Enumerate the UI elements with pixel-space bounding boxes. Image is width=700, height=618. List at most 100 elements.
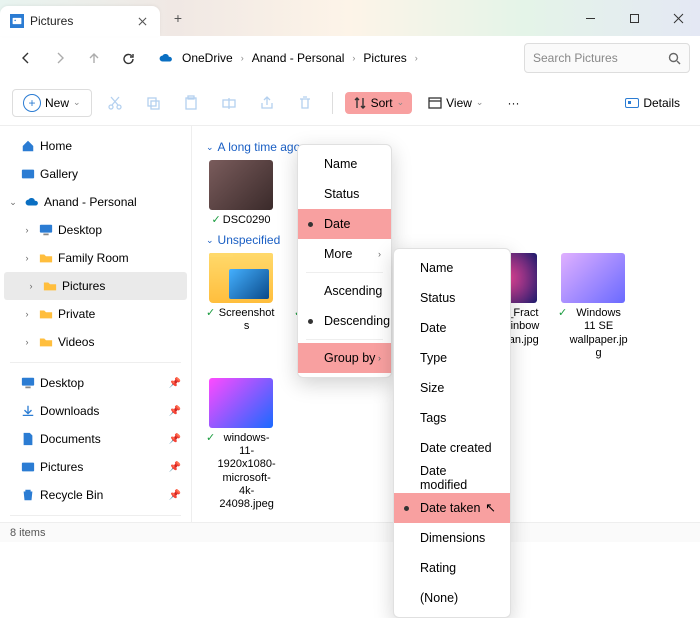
view-icon bbox=[428, 96, 442, 110]
chevron-right-icon[interactable]: › bbox=[20, 337, 34, 347]
chevron-right-icon[interactable]: › bbox=[352, 53, 355, 63]
thumbnail bbox=[209, 253, 273, 303]
folder-icon bbox=[38, 250, 54, 266]
new-tab-button[interactable]: + bbox=[164, 4, 192, 32]
documents-icon bbox=[20, 431, 36, 447]
menu-item-more[interactable]: More› bbox=[298, 239, 391, 269]
paste-icon[interactable] bbox=[176, 88, 206, 118]
radio-selected-icon bbox=[404, 506, 409, 511]
sidebar-item-pictures[interactable]: ›Pictures bbox=[4, 272, 187, 300]
file-item[interactable]: ✓Windows 11 SE wallpaper.jpg bbox=[558, 253, 628, 360]
view-label: View bbox=[446, 96, 472, 110]
sidebar-item-gallery[interactable]: Gallery bbox=[0, 160, 191, 188]
sidebar-item-home[interactable]: Home bbox=[0, 132, 191, 160]
browser-tab[interactable]: Pictures bbox=[0, 6, 160, 36]
file-item[interactable]: ✓DSC0290 bbox=[206, 160, 276, 227]
new-label: New bbox=[45, 96, 69, 110]
menu-item-name[interactable]: Name bbox=[298, 149, 391, 179]
onedrive-cloud-icon bbox=[158, 50, 174, 66]
menu-item-descending[interactable]: Descending bbox=[298, 306, 391, 336]
menu-item-date-taken[interactable]: Date taken↖ bbox=[394, 493, 510, 523]
chevron-down-icon: ⌄ bbox=[73, 97, 81, 108]
menu-item-type[interactable]: Type bbox=[394, 343, 510, 373]
chevron-down-icon[interactable]: ⌄ bbox=[6, 197, 20, 208]
details-pane-button[interactable]: Details bbox=[617, 92, 688, 114]
close-window-button[interactable] bbox=[656, 0, 700, 36]
chevron-right-icon[interactable]: › bbox=[415, 53, 418, 63]
menu-item-none[interactable]: (None) bbox=[394, 583, 510, 613]
breadcrumb[interactable]: OneDrive › Anand - Personal › Pictures › bbox=[152, 43, 516, 73]
sidebar-item-family-room[interactable]: ›Family Room bbox=[0, 244, 191, 272]
menu-item-size[interactable]: Size bbox=[394, 373, 510, 403]
menu-item-status[interactable]: Status bbox=[394, 283, 510, 313]
sidebar-item-quick-pictures[interactable]: Pictures📌 bbox=[0, 453, 191, 481]
details-label: Details bbox=[643, 96, 680, 110]
pictures-icon bbox=[10, 14, 24, 28]
chevron-right-icon[interactable]: › bbox=[20, 225, 34, 235]
chevron-right-icon: › bbox=[378, 249, 381, 259]
up-button[interactable] bbox=[78, 42, 110, 74]
sidebar-item-quick-recycle[interactable]: Recycle Bin📌 bbox=[0, 481, 191, 509]
menu-item-tags[interactable]: Tags bbox=[394, 403, 510, 433]
thumbnail bbox=[209, 160, 273, 210]
chevron-right-icon[interactable]: › bbox=[20, 253, 34, 263]
radio-selected-icon bbox=[308, 222, 313, 227]
desktop-icon bbox=[20, 375, 36, 391]
menu-item-date[interactable]: Date bbox=[394, 313, 510, 343]
group-by-menu: Name Status Date Type Size Tags Date cre… bbox=[393, 248, 511, 618]
menu-item-rating[interactable]: Rating bbox=[394, 553, 510, 583]
cursor-icon: ↖ bbox=[485, 500, 496, 516]
file-item[interactable]: ✓windows-11-1920x1080-microsoft-4k-24098… bbox=[206, 378, 276, 511]
cut-icon[interactable] bbox=[100, 88, 130, 118]
chevron-right-icon[interactable]: › bbox=[24, 281, 38, 291]
sync-status-icon: ✓ bbox=[206, 432, 215, 445]
refresh-button[interactable] bbox=[112, 42, 144, 74]
titlebar: Pictures + bbox=[0, 0, 700, 36]
thumbnail bbox=[209, 378, 273, 428]
sidebar-item-quick-downloads[interactable]: Downloads📌 bbox=[0, 397, 191, 425]
sidebar-item-quick-desktop[interactable]: Desktop📌 bbox=[0, 369, 191, 397]
sidebar-item-desktop[interactable]: ›Desktop bbox=[0, 216, 191, 244]
share-icon[interactable] bbox=[252, 88, 282, 118]
sidebar-item-videos[interactable]: ›Videos bbox=[0, 328, 191, 356]
chevron-right-icon[interactable]: › bbox=[241, 53, 244, 63]
search-input[interactable]: Search Pictures bbox=[524, 43, 690, 73]
navbar: OneDrive › Anand - Personal › Pictures ›… bbox=[0, 36, 700, 80]
menu-item-ascending[interactable]: Ascending bbox=[298, 276, 391, 306]
close-tab-icon[interactable] bbox=[134, 13, 150, 29]
details-icon bbox=[625, 98, 639, 108]
sidebar-item-personal[interactable]: ⌄Anand - Personal bbox=[0, 188, 191, 216]
maximize-button[interactable] bbox=[612, 0, 656, 36]
delete-icon[interactable] bbox=[290, 88, 320, 118]
crumb-personal[interactable]: Anand - Personal bbox=[248, 49, 349, 67]
menu-item-status[interactable]: Status bbox=[298, 179, 391, 209]
folder-item[interactable]: ✓Screenshots bbox=[206, 253, 276, 360]
menu-item-name[interactable]: Name bbox=[394, 253, 510, 283]
separator bbox=[10, 515, 181, 516]
menu-item-date-created[interactable]: Date created bbox=[394, 433, 510, 463]
menu-item-date[interactable]: Date bbox=[298, 209, 391, 239]
sort-button[interactable]: Sort ⌄ bbox=[345, 92, 413, 114]
forward-button[interactable] bbox=[44, 42, 76, 74]
copy-icon[interactable] bbox=[138, 88, 168, 118]
menu-item-dimensions[interactable]: Dimensions bbox=[394, 523, 510, 553]
group-header-long-ago[interactable]: ⌄A long time ago bbox=[206, 140, 686, 154]
sidebar-item-quick-documents[interactable]: Documents📌 bbox=[0, 425, 191, 453]
minimize-button[interactable] bbox=[568, 0, 612, 36]
chevron-right-icon[interactable]: › bbox=[20, 309, 34, 319]
rename-icon[interactable] bbox=[214, 88, 244, 118]
menu-item-date-modified[interactable]: Date modified bbox=[394, 463, 510, 493]
pin-icon: 📌 bbox=[169, 434, 181, 445]
view-button[interactable]: View ⌄ bbox=[420, 92, 491, 114]
sidebar-item-private[interactable]: ›Private bbox=[0, 300, 191, 328]
back-button[interactable] bbox=[10, 42, 42, 74]
menu-item-group-by[interactable]: Group by› bbox=[298, 343, 391, 373]
downloads-icon bbox=[20, 403, 36, 419]
sidebar: Home Gallery ⌄Anand - Personal ›Desktop … bbox=[0, 126, 192, 522]
new-button[interactable]: + New ⌄ bbox=[12, 89, 92, 117]
crumb-pictures[interactable]: Pictures bbox=[359, 49, 410, 67]
onedrive-icon bbox=[24, 194, 40, 210]
more-button[interactable]: ··· bbox=[499, 92, 527, 114]
group-header-unspecified[interactable]: ⌄Unspecified bbox=[206, 233, 686, 247]
crumb-onedrive[interactable]: OneDrive bbox=[178, 49, 237, 67]
